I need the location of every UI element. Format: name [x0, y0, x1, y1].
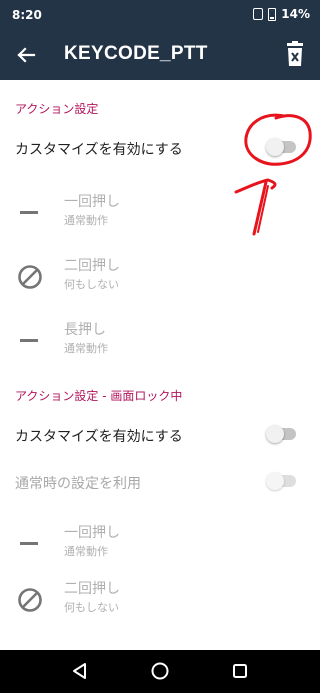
page-title: KEYCODE_PTT: [64, 43, 208, 64]
toggle-knob: [266, 138, 284, 156]
block-icon: [16, 585, 46, 615]
action-title: 一回押し: [64, 194, 120, 210]
trash-icon: [287, 41, 303, 66]
toggle-knob: [266, 425, 284, 443]
triangle-back-icon: [73, 663, 86, 679]
customize-label-lock: カスタマイズを有効にする: [15, 429, 183, 445]
delete-button[interactable]: [284, 40, 306, 68]
customize-label: カスタマイズを有効にする: [15, 142, 183, 158]
battery-level: 14%: [281, 7, 310, 21]
app-bar: KEYCODE_PTT: [0, 30, 320, 80]
customize-toggle[interactable]: [266, 138, 296, 156]
action-subtitle: 何もしない: [64, 601, 119, 614]
action-row-single-press[interactable]: 一回押し 通常動作: [0, 184, 320, 244]
action-subtitle: 通常動作: [64, 545, 108, 558]
nav-back-button[interactable]: [70, 661, 90, 681]
status-time: 8:20: [12, 8, 42, 22]
section-header-action-settings: アクション設定: [15, 102, 99, 116]
minus-icon: [16, 198, 46, 228]
action-row-single-press-lock[interactable]: 一回押し 通常動作: [0, 515, 320, 575]
back-button[interactable]: [12, 41, 40, 69]
navigation-bar: [0, 650, 320, 693]
action-title: 長押し: [64, 322, 106, 338]
vibrate-icon: [253, 8, 264, 20]
action-subtitle: 通常動作: [64, 214, 108, 227]
action-title: 二回押し: [64, 581, 120, 597]
action-row-long-press[interactable]: 長押し 通常動作: [0, 312, 320, 372]
nav-home-button[interactable]: [150, 661, 170, 681]
status-bar: 8:20 14%: [0, 0, 320, 30]
action-row-double-press-lock[interactable]: 二回押し 何もしない: [0, 571, 320, 631]
use-normal-toggle[interactable]: [266, 472, 296, 490]
action-subtitle: 通常動作: [64, 342, 108, 355]
status-right: 14%: [253, 7, 310, 21]
section-header-lock-screen: アクション設定 - 画面ロック中: [15, 389, 183, 403]
arrow-back-icon: [17, 47, 36, 63]
battery-icon: [268, 7, 277, 21]
minus-icon: [16, 529, 46, 559]
circle-home-icon: [151, 662, 169, 680]
block-icon: [16, 262, 46, 292]
action-title: 一回押し: [64, 525, 120, 541]
use-normal-label: 通常時の設定を利用: [15, 476, 141, 492]
nav-recents-button[interactable]: [230, 661, 250, 681]
square-recents-icon: [233, 664, 247, 678]
action-subtitle: 何もしない: [64, 278, 119, 291]
toggle-knob: [266, 472, 284, 490]
action-row-double-press[interactable]: 二回押し 何もしない: [0, 248, 320, 308]
customize-toggle-lock[interactable]: [266, 425, 296, 443]
action-title: 二回押し: [64, 258, 120, 274]
minus-icon: [16, 326, 46, 356]
